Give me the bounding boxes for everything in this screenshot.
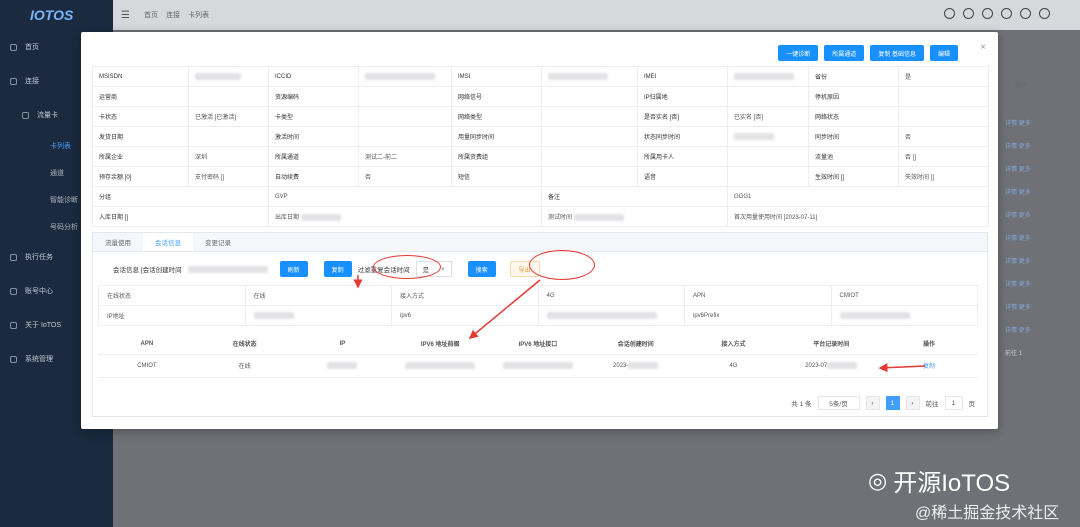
wechat-icon: ◎ (868, 467, 888, 493)
arrow-diagonal (468, 279, 541, 339)
watermark-site: @稀土掘金技术社区 (915, 505, 1060, 522)
annotation-arrows (353, 275, 926, 373)
watermark-brand-text: 开源IoTOS (893, 470, 1011, 497)
watermark-brand: ◎ 开源IoTOS (868, 463, 1010, 498)
arrow-left (878, 363, 926, 373)
